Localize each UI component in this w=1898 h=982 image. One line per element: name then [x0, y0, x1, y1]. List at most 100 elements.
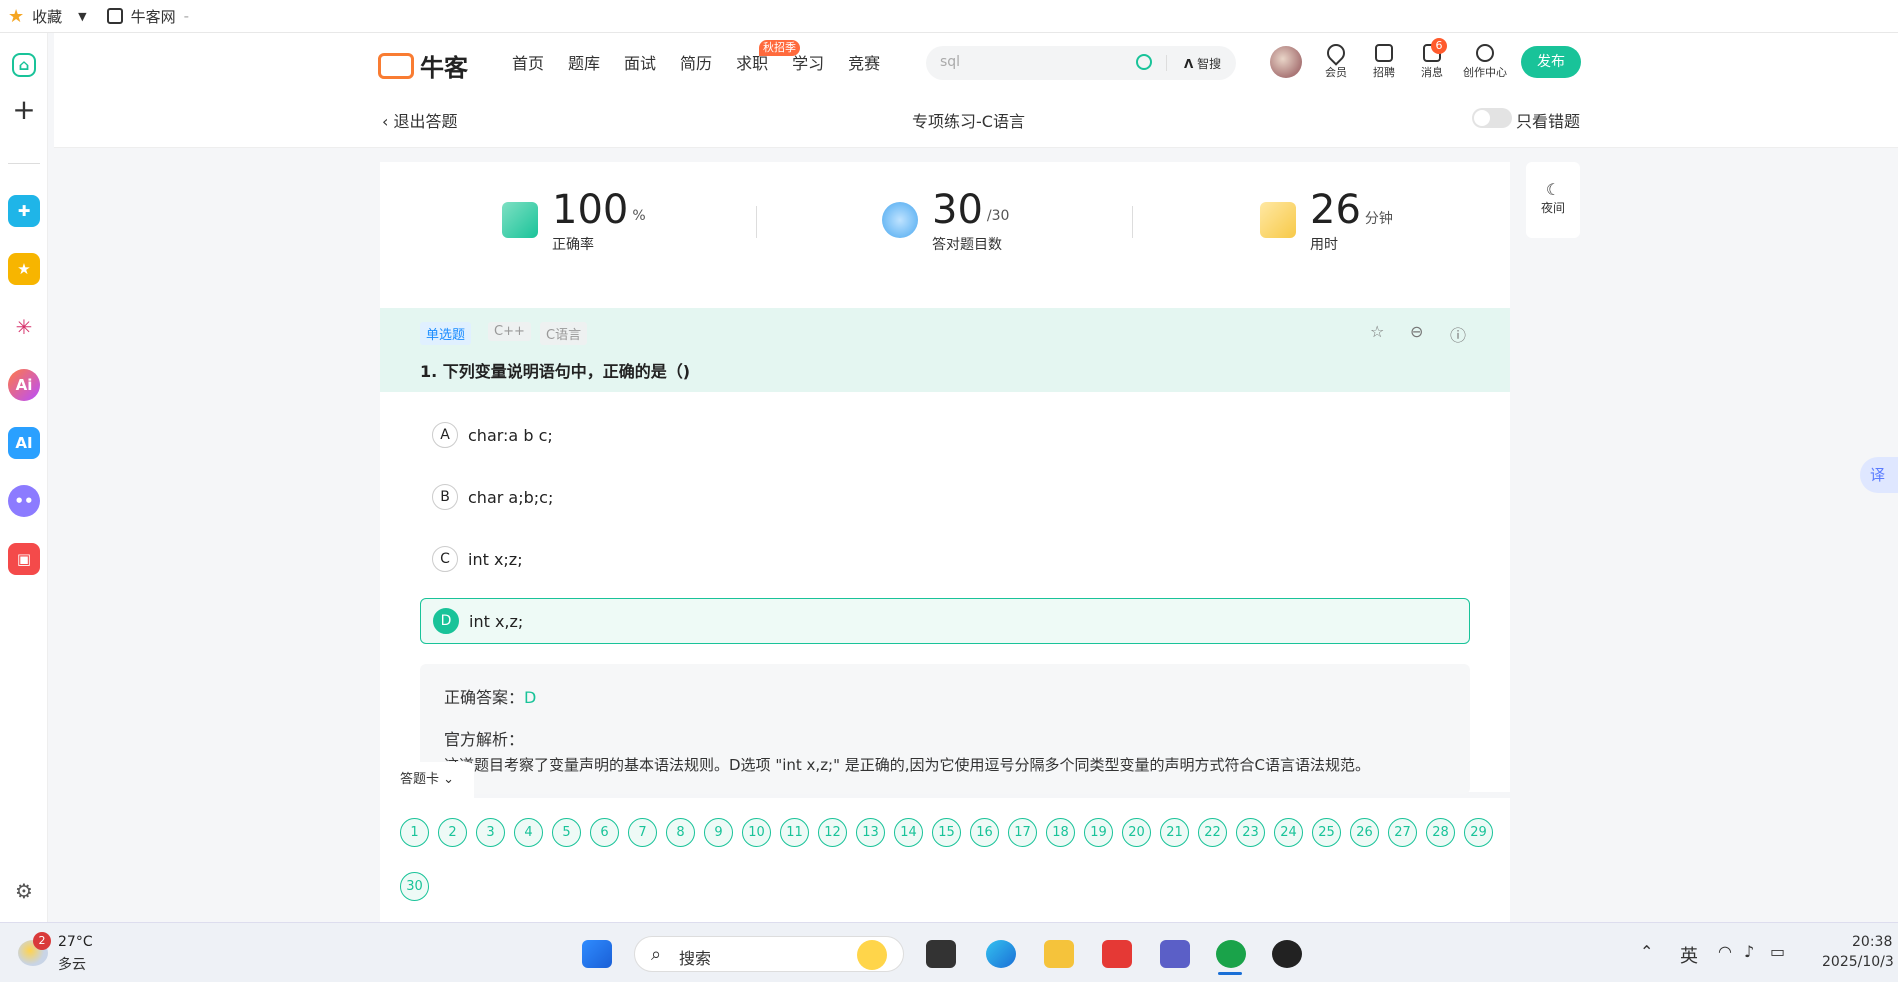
- answer-card-toggle[interactable]: 答题卡 ⌄: [380, 762, 474, 798]
- avatar[interactable]: [1270, 46, 1302, 78]
- answer-card-number[interactable]: 29: [1464, 818, 1493, 847]
- answer-card-number[interactable]: 1: [400, 818, 429, 847]
- chevron-up-icon[interactable]: ⌃: [1640, 942, 1653, 961]
- app-ai-icon[interactable]: Ai: [8, 369, 40, 401]
- answer-card-number[interactable]: 5: [552, 818, 581, 847]
- file-explorer-icon[interactable]: [1044, 940, 1074, 968]
- creator-center-button[interactable]: 创作中心: [1459, 44, 1511, 80]
- answer-card-number[interactable]: 26: [1350, 818, 1379, 847]
- nav-link-home[interactable]: 首页: [512, 50, 544, 74]
- night-mode-button[interactable]: ☾ 夜间: [1526, 162, 1580, 238]
- app-graph-icon[interactable]: ✳: [8, 311, 40, 343]
- volume-icon[interactable]: ♪: [1744, 942, 1754, 961]
- windows-start-icon[interactable]: [582, 940, 612, 968]
- answer-card-number[interactable]: 4: [514, 818, 543, 847]
- site-favicon-icon: [106, 8, 123, 24]
- option-c[interactable]: Cint x;z;: [420, 536, 1470, 582]
- browser-icon[interactable]: [1216, 940, 1246, 968]
- add-icon[interactable]: +: [8, 93, 40, 126]
- edge-icon[interactable]: [986, 940, 1016, 968]
- tag-topic[interactable]: C语言: [540, 322, 588, 345]
- answer-card-number[interactable]: 18: [1046, 818, 1075, 847]
- answer-card-number[interactable]: 19: [1084, 818, 1113, 847]
- answer-card-number[interactable]: 7: [628, 818, 657, 847]
- app-puzzle-icon[interactable]: ✚: [8, 195, 40, 227]
- teams-icon[interactable]: [1160, 940, 1190, 968]
- answer-card-number[interactable]: 21: [1160, 818, 1189, 847]
- answer-card-number[interactable]: 11: [780, 818, 809, 847]
- app-favorite-icon[interactable]: ★: [8, 253, 40, 285]
- stat-accuracy: 100% 正确率: [502, 188, 646, 254]
- option-b[interactable]: Bchar a;b;c;: [420, 474, 1470, 520]
- app-ai2-icon[interactable]: AI: [8, 427, 40, 459]
- app-game-icon[interactable]: ▣: [8, 543, 40, 575]
- answer-card-number[interactable]: 13: [856, 818, 885, 847]
- tag-topic[interactable]: C++: [488, 322, 531, 341]
- answer-card-number[interactable]: 25: [1312, 818, 1341, 847]
- search-input[interactable]: sql: [940, 54, 960, 70]
- site-logo[interactable]: 牛客: [378, 48, 468, 83]
- favorites-label[interactable]: 收藏: [32, 6, 62, 27]
- translate-button[interactable]: 译: [1860, 457, 1898, 493]
- answer-card-number[interactable]: 30: [400, 872, 429, 901]
- search-icon: ⌕: [651, 944, 662, 965]
- answer-card-number[interactable]: 8: [666, 818, 695, 847]
- answer-card-number[interactable]: 20: [1122, 818, 1151, 847]
- taskbar-search[interactable]: ⌕ 搜索: [634, 936, 904, 972]
- answer-card-number[interactable]: 16: [970, 818, 999, 847]
- info-circle-icon[interactable]: ⓘ: [1450, 322, 1466, 346]
- publish-button[interactable]: 发布: [1521, 46, 1581, 78]
- question-body: Achar:a b c; Bchar a;b;c; Cint x;z; Dint…: [380, 392, 1510, 794]
- clock-time[interactable]: 20:38: [1852, 934, 1892, 950]
- message-label: 消息: [1421, 66, 1443, 79]
- answer-card-number[interactable]: 15: [932, 818, 961, 847]
- answer-card-number[interactable]: 23: [1236, 818, 1265, 847]
- answer-card-number[interactable]: 3: [476, 818, 505, 847]
- answer-card-number[interactable]: 24: [1274, 818, 1303, 847]
- search-icon[interactable]: [1136, 54, 1152, 70]
- answer-card-number[interactable]: 22: [1198, 818, 1227, 847]
- minus-circle-icon[interactable]: ⊖: [1410, 322, 1423, 341]
- answer-card-number[interactable]: 27: [1388, 818, 1417, 847]
- home-icon[interactable]: ⌂: [12, 53, 36, 77]
- tab-title[interactable]: 牛客网: [131, 6, 176, 27]
- nav-link-contest[interactable]: 竞赛: [848, 50, 880, 74]
- wps-icon[interactable]: [1102, 940, 1132, 968]
- answer-card-number[interactable]: 9: [704, 818, 733, 847]
- ai-search-button[interactable]: Λ 智搜: [1184, 55, 1221, 72]
- wifi-icon[interactable]: ◠: [1718, 942, 1732, 961]
- stat-correct-value: 30: [932, 187, 983, 233]
- option-d[interactable]: Dint x,z;: [420, 598, 1470, 644]
- app-robot-icon[interactable]: ••: [8, 485, 40, 517]
- answer-card-number[interactable]: 28: [1426, 818, 1455, 847]
- active-indicator: [1218, 972, 1242, 975]
- vip-button[interactable]: 会员: [1311, 40, 1361, 80]
- exit-button[interactable]: ‹ 退出答题: [382, 108, 458, 132]
- ime-indicator[interactable]: 英: [1680, 942, 1698, 968]
- star-icon[interactable]: ★: [8, 6, 24, 27]
- nav-link-interview[interactable]: 面试: [624, 50, 656, 74]
- battery-icon[interactable]: ▭: [1770, 942, 1785, 961]
- star-icon[interactable]: ☆: [1370, 322, 1384, 341]
- answer-card-number[interactable]: 12: [818, 818, 847, 847]
- stat-time-unit: 分钟: [1364, 211, 1393, 227]
- answer-card-number[interactable]: 17: [1008, 818, 1037, 847]
- task-view-icon[interactable]: [926, 940, 956, 968]
- chevron-down-icon[interactable]: ▼: [78, 10, 86, 23]
- answer-card-number[interactable]: 2: [438, 818, 467, 847]
- wrong-only-toggle[interactable]: [1472, 108, 1512, 128]
- nav-link-resume[interactable]: 简历: [680, 50, 712, 74]
- recruit-button[interactable]: 招聘: [1359, 44, 1409, 80]
- settings-icon[interactable]: ⚙: [8, 875, 40, 907]
- option-text: int x;z;: [468, 549, 523, 569]
- answer-card-number[interactable]: 10: [742, 818, 771, 847]
- search-box[interactable]: sql Λ 智搜: [926, 46, 1236, 80]
- qq-icon[interactable]: [1272, 940, 1302, 968]
- answer-card-number[interactable]: 14: [894, 818, 923, 847]
- clock-date[interactable]: 2025/10/3: [1822, 954, 1894, 970]
- nav-link-questions[interactable]: 题库: [568, 50, 600, 74]
- night-mode-label: 夜间: [1540, 201, 1565, 215]
- answer-card-number[interactable]: 6: [590, 818, 619, 847]
- option-a[interactable]: Achar:a b c;: [420, 412, 1470, 458]
- page-title: 专项练习-C语言: [912, 112, 1025, 131]
